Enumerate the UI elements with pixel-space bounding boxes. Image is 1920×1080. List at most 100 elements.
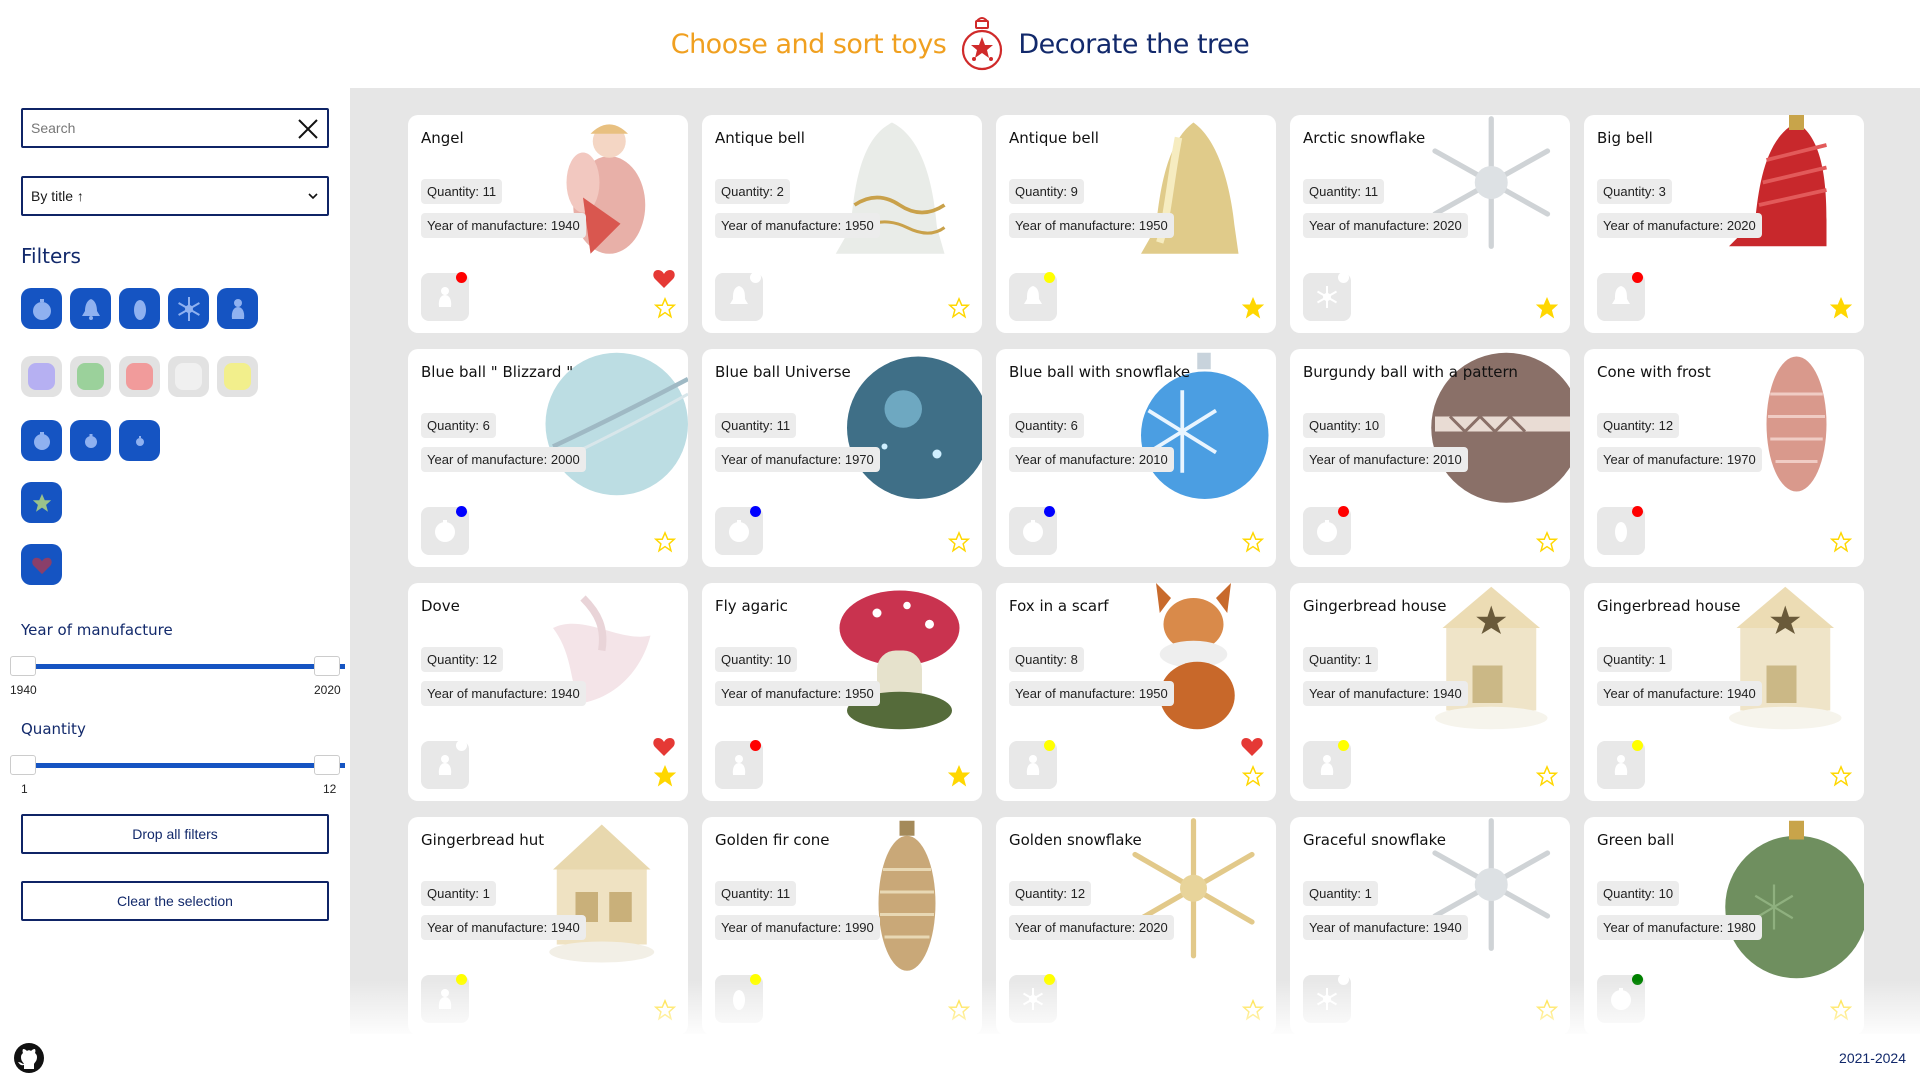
close-icon[interactable]	[295, 116, 321, 142]
favorite-star-icon[interactable]	[1830, 531, 1852, 553]
favorite-star-icon[interactable]	[948, 297, 970, 319]
favorite-star-icon[interactable]	[1536, 765, 1558, 787]
favorite-star-icon[interactable]	[1536, 531, 1558, 553]
toy-quantity: Quantity: 11	[1303, 179, 1385, 204]
clear-selection-button[interactable]: Clear the selection	[21, 881, 329, 921]
chevron-down-icon	[308, 193, 318, 200]
toy-year: Year of manufacture: 1950	[1009, 681, 1174, 706]
filter-color-white[interactable]	[168, 356, 209, 397]
favorite-star-icon[interactable]	[1830, 297, 1852, 319]
search-input[interactable]	[31, 120, 291, 136]
toy-title: Big bell	[1597, 129, 1653, 147]
toy-quantity: Quantity: 11	[715, 881, 797, 906]
favorite-star-icon[interactable]	[1830, 765, 1852, 787]
toy-color-dot	[1338, 506, 1349, 517]
toy-card[interactable]: Blue ball with snowflake Quantity: 6 Yea…	[996, 349, 1276, 567]
toy-title: Fox in a scarf	[1009, 597, 1109, 615]
toy-year: Year of manufacture: 1950	[715, 213, 880, 238]
shape-filter-row	[21, 288, 258, 329]
filter-bell-button[interactable]	[70, 288, 111, 329]
favorite-star-icon[interactable]	[1242, 297, 1264, 319]
toy-quantity: Quantity: 6	[421, 413, 496, 438]
favorite-filter-row	[21, 482, 62, 523]
toy-shape-badge	[1009, 740, 1057, 789]
favorite-star-icon[interactable]	[1536, 297, 1558, 319]
toy-year: Year of manufacture: 1950	[715, 681, 880, 706]
toy-card[interactable]: Gingerbread house Quantity: 1 Year of ma…	[1290, 583, 1570, 801]
github-icon[interactable]	[13, 1042, 45, 1074]
favorite-star-icon[interactable]	[654, 531, 676, 553]
figure-icon	[1320, 755, 1334, 775]
liked-heart-icon[interactable]	[652, 267, 676, 289]
toy-title: Fly agaric	[715, 597, 788, 615]
favorite-star-icon[interactable]	[948, 531, 970, 553]
favorite-star-icon[interactable]	[948, 765, 970, 787]
sort-select[interactable]: By title ↑	[21, 176, 329, 216]
toy-card[interactable]: Gingerbread house Quantity: 1 Year of ma…	[1584, 583, 1864, 801]
toy-year: Year of manufacture: 1980	[1597, 915, 1762, 940]
filter-color-green[interactable]	[70, 356, 111, 397]
toys-area: Angel Quantity: 11 Year of manufacture: …	[350, 88, 1920, 1034]
filter-snowflake-button[interactable]	[168, 288, 209, 329]
filter-favorite-star[interactable]	[21, 482, 62, 523]
filter-color-red[interactable]	[119, 356, 160, 397]
toy-shape-badge	[421, 272, 469, 321]
toy-title: Gingerbread house	[1597, 597, 1741, 615]
year-max-handle[interactable]	[314, 656, 340, 676]
toy-shape-badge	[1303, 272, 1351, 321]
favorite-star-icon[interactable]	[1242, 765, 1264, 787]
quantity-slider[interactable]	[10, 755, 345, 775]
quantity-max-handle[interactable]	[314, 755, 340, 775]
figure-icon	[732, 755, 746, 775]
toy-card[interactable]: Blue ball " Blizzard " Quantity: 6 Year …	[408, 349, 688, 567]
drop-filters-button[interactable]: Drop all filters	[21, 814, 329, 854]
toy-card[interactable]: Antique bell Quantity: 9 Year of manufac…	[996, 115, 1276, 333]
filter-cone-button[interactable]	[119, 288, 160, 329]
toy-card[interactable]: Dove Quantity: 12 Year of manufacture: 1…	[408, 583, 688, 801]
year-slider[interactable]	[10, 656, 345, 676]
year-min-handle[interactable]	[10, 656, 36, 676]
favorite-star-icon[interactable]	[1242, 531, 1264, 553]
filter-size-small[interactable]	[119, 420, 160, 461]
sort-selected: By title ↑	[31, 188, 84, 204]
toy-card[interactable]: Blue ball Universe Quantity: 11 Year of …	[702, 349, 982, 567]
toy-card[interactable]: Fox in a scarf Quantity: 8 Year of manuf…	[996, 583, 1276, 801]
toy-card[interactable]: Big bell Quantity: 3 Year of manufacture…	[1584, 115, 1864, 333]
toy-year: Year of manufacture: 2020	[1597, 213, 1762, 238]
nav-decorate-tree[interactable]: Decorate the tree	[1018, 29, 1249, 60]
toy-card[interactable]: Arctic snowflake Quantity: 11 Year of ma…	[1290, 115, 1570, 333]
filter-liked-heart[interactable]	[21, 544, 62, 585]
favorite-star-icon[interactable]	[654, 765, 676, 787]
toy-shape-badge	[1597, 740, 1645, 789]
toy-card[interactable]: Burgundy ball with a pattern Quantity: 1…	[1290, 349, 1570, 567]
filter-ball-button[interactable]	[21, 288, 62, 329]
filter-figure-button[interactable]	[217, 288, 258, 329]
toy-card[interactable]: Antique bell Quantity: 2 Year of manufac…	[702, 115, 982, 333]
toy-card[interactable]: Fly agaric Quantity: 10 Year of manufact…	[702, 583, 982, 801]
toy-card[interactable]: Cone with frost Quantity: 12 Year of man…	[1584, 349, 1864, 567]
toy-quantity: Quantity: 11	[715, 413, 797, 438]
search-box	[21, 108, 329, 148]
ornament-logo-icon[interactable]	[960, 15, 1004, 73]
quantity-min-handle[interactable]	[10, 755, 36, 775]
filter-size-large[interactable]	[21, 420, 62, 461]
toy-year: Year of manufacture: 1940	[1597, 681, 1762, 706]
toy-quantity: Quantity: 10	[1597, 881, 1680, 906]
toy-year: Year of manufacture: 2020	[1009, 915, 1174, 940]
favorite-star-icon[interactable]	[654, 297, 676, 319]
toy-color-dot	[456, 740, 467, 751]
filter-size-medium[interactable]	[70, 420, 111, 461]
toy-quantity: Quantity: 3	[1597, 179, 1672, 204]
nav-choose-toys[interactable]: Choose and sort toys	[671, 29, 947, 60]
toy-quantity: Quantity: 10	[1303, 413, 1386, 438]
liked-heart-icon[interactable]	[1240, 735, 1264, 757]
toy-quantity: Quantity: 8	[1009, 647, 1084, 672]
filter-color-yellow[interactable]	[217, 356, 258, 397]
toy-quantity: Quantity: 11	[421, 179, 503, 204]
copyright-years: 2021-2024	[1839, 1050, 1906, 1066]
ball-icon	[729, 520, 749, 542]
liked-heart-icon[interactable]	[652, 735, 676, 757]
figure-icon	[438, 287, 452, 307]
filter-color-purple[interactable]	[21, 356, 62, 397]
toy-card[interactable]: Angel Quantity: 11 Year of manufacture: …	[408, 115, 688, 333]
